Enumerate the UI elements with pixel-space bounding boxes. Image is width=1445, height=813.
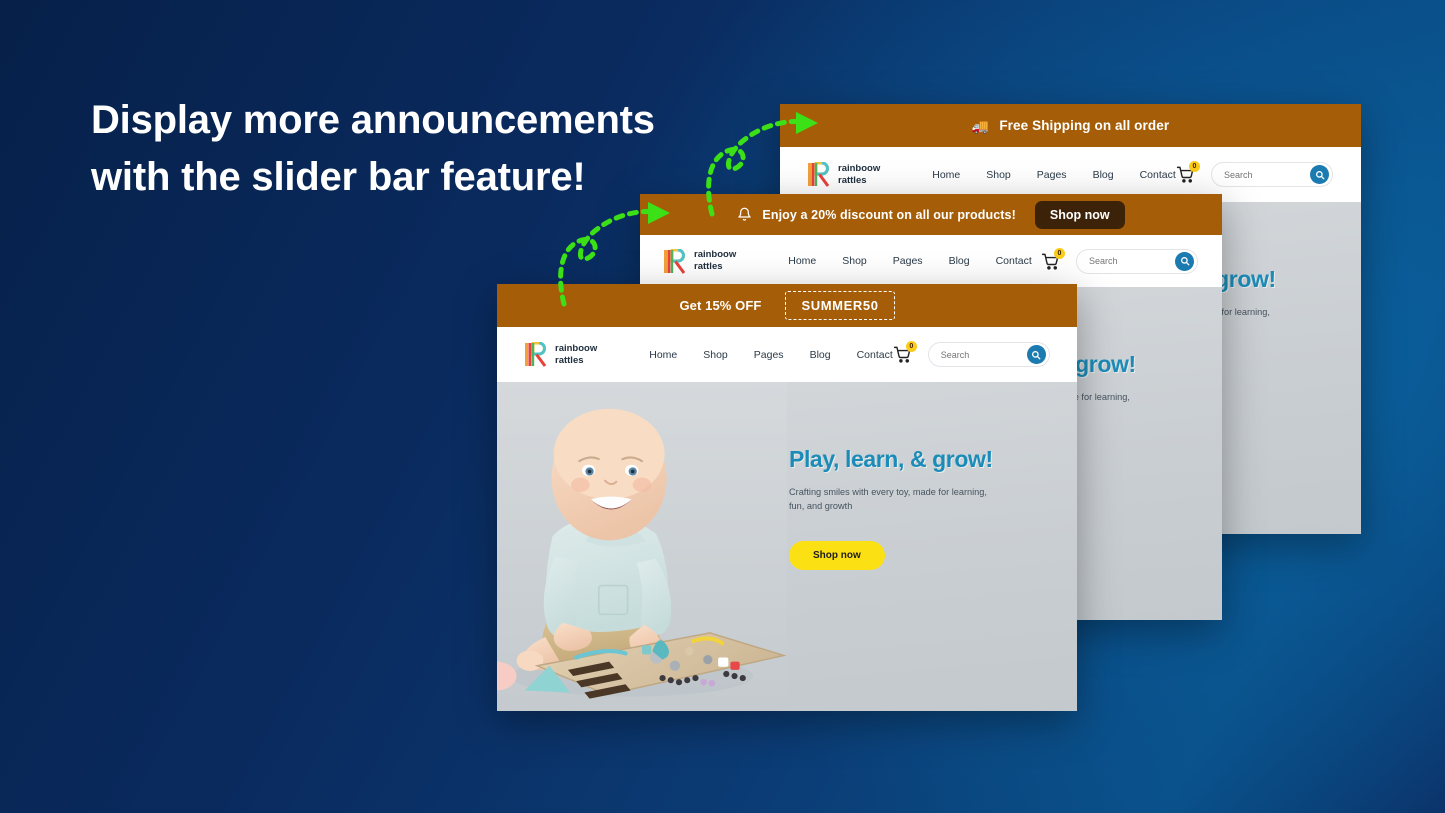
nav-item-contact[interactable]: Contact	[1140, 169, 1176, 181]
hero-photo-baby	[497, 382, 787, 711]
nav-item-blog[interactable]: Blog	[1093, 169, 1114, 181]
page-title: Display more announcements with the slid…	[91, 98, 655, 199]
nav-links: Home Shop Pages Blog Contact	[649, 349, 893, 361]
brand-name: rainboow rattles	[694, 249, 737, 272]
cart-count-badge: 0	[1189, 161, 1200, 172]
nav-item-blog[interactable]: Blog	[949, 255, 970, 267]
search-box[interactable]	[1076, 248, 1198, 274]
announcement-bar-free-shipping[interactable]: 🚚 Free Shipping on all order	[780, 104, 1361, 147]
nav-item-shop[interactable]: Shop	[703, 349, 728, 361]
nav-item-home[interactable]: Home	[788, 255, 816, 267]
announcement-text: Get 15% OFF	[679, 298, 762, 313]
rainbow-r-logo-icon	[664, 248, 687, 274]
nav-item-contact[interactable]: Contact	[996, 255, 1032, 267]
navbar-actions: 0	[1176, 161, 1333, 187]
site-navbar: rainboow rattles Home Shop Pages Blog Con…	[640, 235, 1222, 287]
nav-item-contact[interactable]: Contact	[857, 349, 893, 361]
brand-logo[interactable]: rainboow rattles	[808, 161, 881, 187]
nav-item-shop[interactable]: Shop	[986, 169, 1011, 181]
nav-item-blog[interactable]: Blog	[810, 349, 831, 361]
shopping-cart-icon[interactable]: 0	[1176, 161, 1200, 184]
navbar-actions: 0	[893, 341, 1050, 367]
nav-item-shop[interactable]: Shop	[842, 255, 867, 267]
search-input[interactable]	[940, 349, 1027, 360]
search-button[interactable]	[1175, 251, 1194, 271]
hero-subtitle: Crafting smiles with every toy, made for…	[789, 487, 987, 512]
rainbow-r-logo-icon	[525, 341, 548, 367]
hero-section: Play, learn, & grow! Crafting smiles wit…	[497, 382, 1077, 711]
hero-shop-now-button[interactable]: Shop now	[789, 540, 885, 570]
announcement-text: Free Shipping on all order	[999, 118, 1170, 133]
coupon-code-badge[interactable]: SUMMER50	[785, 291, 895, 320]
navbar-actions: 0	[1041, 247, 1198, 274]
nav-item-pages[interactable]: Pages	[893, 255, 923, 267]
brand-logo[interactable]: rainboow rattles	[525, 341, 598, 367]
hero-copy: Play, learn, & grow! Crafting smiles wit…	[789, 446, 1039, 570]
search-button[interactable]	[1310, 165, 1329, 184]
brand-name: rainboow rattles	[555, 342, 598, 366]
browser-card-front: Get 15% OFF SUMMER50 rainboow rattles Ho…	[497, 284, 1077, 711]
brand-logo[interactable]: rainboow rattles	[664, 248, 737, 274]
nav-links: Home Shop Pages Blog Contact	[932, 169, 1176, 181]
nav-links: Home Shop Pages Blog Contact	[788, 255, 1032, 267]
search-input[interactable]	[1089, 256, 1175, 266]
announcement-bar-coupon[interactable]: Get 15% OFF SUMMER50	[497, 284, 1077, 327]
announcement-text: Enjoy a 20% discount on all our products…	[762, 207, 1016, 222]
nav-item-pages[interactable]: Pages	[1037, 169, 1067, 181]
search-box[interactable]	[927, 342, 1050, 367]
search-box[interactable]	[1211, 162, 1333, 187]
site-navbar: rainboow rattles Home Shop Pages Blog Con…	[497, 327, 1077, 382]
hero-title: Play, learn, & grow!	[789, 446, 993, 472]
rainbow-r-logo-icon	[808, 161, 831, 187]
announcement-shop-now-button[interactable]: Shop now	[1034, 200, 1125, 229]
nav-item-home[interactable]: Home	[649, 349, 677, 361]
bell-icon	[737, 207, 752, 222]
delivery-truck-emoji: 🚚	[971, 117, 990, 134]
shopping-cart-icon[interactable]: 0	[1041, 247, 1065, 271]
shopping-cart-icon[interactable]: 0	[893, 341, 917, 364]
promo-graphic: Display more announcements with the slid…	[0, 0, 1445, 813]
cart-count-badge: 0	[905, 341, 917, 352]
nav-item-home[interactable]: Home	[932, 169, 960, 181]
brand-name: rainboow rattles	[838, 162, 881, 186]
cart-count-badge: 0	[1054, 247, 1065, 259]
search-input[interactable]	[1224, 169, 1310, 180]
search-button[interactable]	[1026, 345, 1046, 364]
announcement-bar-discount[interactable]: Enjoy a 20% discount on all our products…	[640, 194, 1222, 235]
nav-item-pages[interactable]: Pages	[754, 349, 784, 361]
